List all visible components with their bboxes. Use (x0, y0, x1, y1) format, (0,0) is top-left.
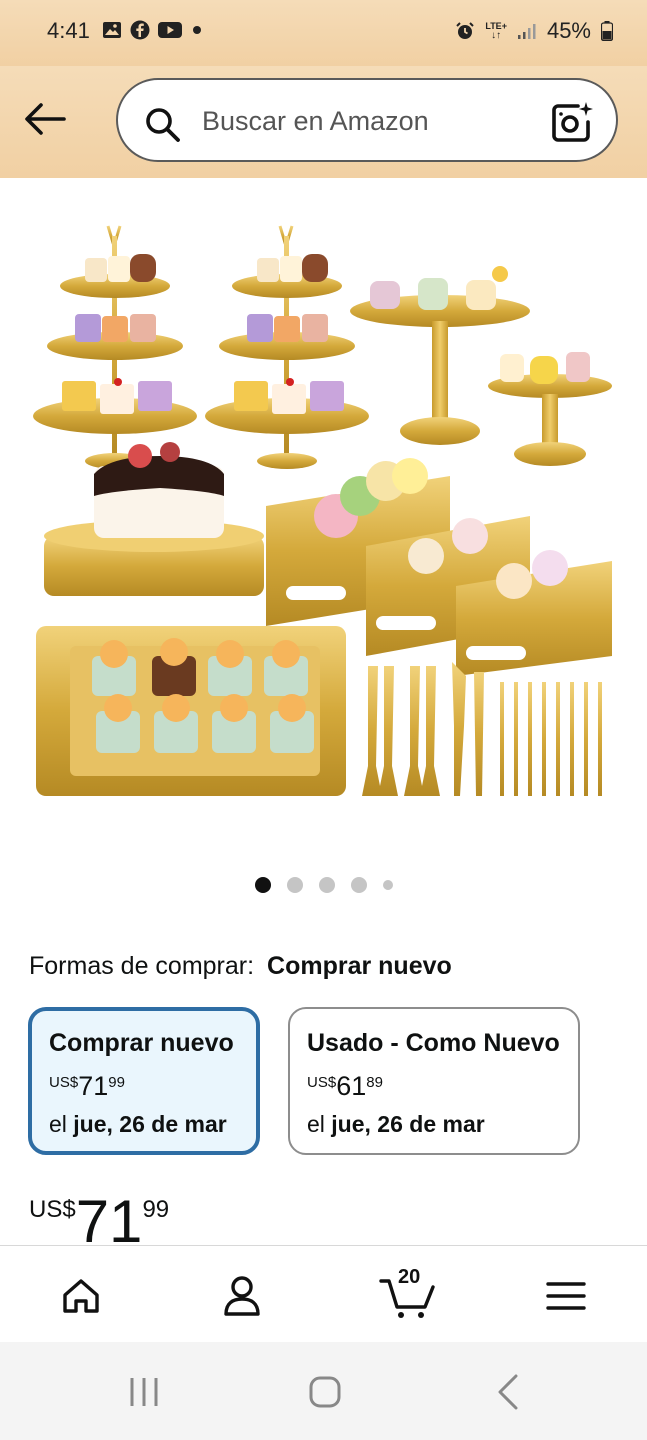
facebook-icon (130, 20, 150, 40)
tier-stand-2 (205, 225, 369, 469)
nav-account[interactable] (216, 1270, 268, 1322)
nav-home[interactable] (55, 1270, 107, 1322)
carousel-dot-4[interactable] (350, 877, 367, 893)
account-icon (224, 1276, 260, 1316)
date-prefix: el (307, 1111, 325, 1137)
home-button-icon (309, 1376, 341, 1408)
offer-currency: US$ (307, 1074, 337, 1091)
back-button[interactable] (20, 94, 70, 144)
price-whole: 71 (75, 1190, 143, 1244)
offer-delivery-date: el jue, 26 de mar (307, 1111, 485, 1138)
offer-title: Comprar nuevo (49, 1029, 234, 1057)
camera-search-button[interactable] (550, 100, 594, 144)
youtube-icon (158, 21, 182, 39)
price-currency: US$ (29, 1196, 76, 1223)
price-fraction: 99 (142, 1196, 170, 1223)
search-icon (144, 106, 182, 149)
buy-options-label: Formas de comprar: Comprar nuevo (29, 952, 452, 981)
buy-options-selected: Comprar nuevo (267, 952, 452, 980)
menu-icon (546, 1282, 586, 1310)
camera-search-icon (552, 102, 593, 142)
status-time: 4:41 (47, 18, 90, 43)
cart-count: 20 (398, 1266, 421, 1288)
main-price: US$ 71 99 (29, 1190, 169, 1244)
offer-card-new[interactable]: Comprar nuevo US$ 71 99 el jue, 26 de ma… (28, 1007, 260, 1155)
offer-delivery-date: el jue, 26 de mar (49, 1111, 227, 1138)
carousel-dot-5[interactable] (382, 880, 393, 890)
system-nav-bar (0, 1342, 647, 1440)
product-image-carousel[interactable] (0, 178, 647, 848)
signal-icon (517, 22, 537, 40)
status-bar: 4:41 LTE+ ↓↑ 45% (0, 0, 647, 66)
cake-stand (44, 442, 264, 596)
carousel-dot-1[interactable] (254, 877, 271, 893)
carousel-dot-2[interactable] (286, 877, 303, 893)
alarm-icon (455, 21, 475, 41)
system-back-button[interactable] (486, 1372, 530, 1412)
pedestal-stands (350, 266, 612, 466)
utensils (362, 662, 602, 796)
date-prefix: el (49, 1111, 67, 1137)
status-system-icons: LTE+ ↓↑ 45% (455, 18, 613, 44)
search-bar[interactable] (116, 78, 618, 162)
offer-price-fraction: 89 (366, 1074, 383, 1091)
offer-price: US$ 61 89 (307, 1071, 383, 1101)
search-input[interactable] (200, 100, 534, 142)
home-button[interactable] (303, 1372, 347, 1412)
gallery-icon (102, 20, 122, 40)
offer-currency: US$ (49, 1074, 79, 1091)
status-notification-icons (102, 20, 204, 40)
offer-title: Usado - Como Nuevo (307, 1029, 560, 1057)
nav-menu[interactable] (540, 1270, 592, 1322)
offer-price-fraction: 99 (108, 1074, 125, 1091)
recents-icon (130, 1378, 158, 1406)
buy-options-prefix: Formas de comprar: (29, 952, 255, 980)
serving-tray (36, 626, 346, 796)
app-header (0, 66, 647, 178)
dot-icon (190, 23, 204, 37)
offer-card-used[interactable]: Usado - Como Nuevo US$ 61 89 el jue, 26 … (288, 1007, 580, 1155)
carousel-dot-3[interactable] (318, 877, 335, 893)
date-value: jue, 26 de mar (73, 1111, 227, 1137)
back-arrow-icon (25, 103, 66, 135)
date-value: jue, 26 de mar (331, 1111, 485, 1137)
back-icon (498, 1374, 518, 1410)
tier-stand-1 (33, 225, 197, 469)
battery-percent: 45% (546, 18, 591, 43)
offer-price-whole: 71 (78, 1071, 109, 1101)
home-icon (63, 1279, 99, 1313)
offer-price: US$ 71 99 (49, 1071, 125, 1101)
battery-icon (601, 21, 613, 41)
recents-button[interactable] (122, 1372, 166, 1412)
nav-cart[interactable]: 20 (378, 1266, 438, 1322)
offer-price-whole: 61 (336, 1071, 367, 1101)
bottom-nav: 20 (0, 1245, 647, 1343)
carousel-dots (0, 877, 647, 893)
lte-icon: LTE+ ↓↑ (485, 21, 507, 41)
product-image (33, 225, 612, 796)
